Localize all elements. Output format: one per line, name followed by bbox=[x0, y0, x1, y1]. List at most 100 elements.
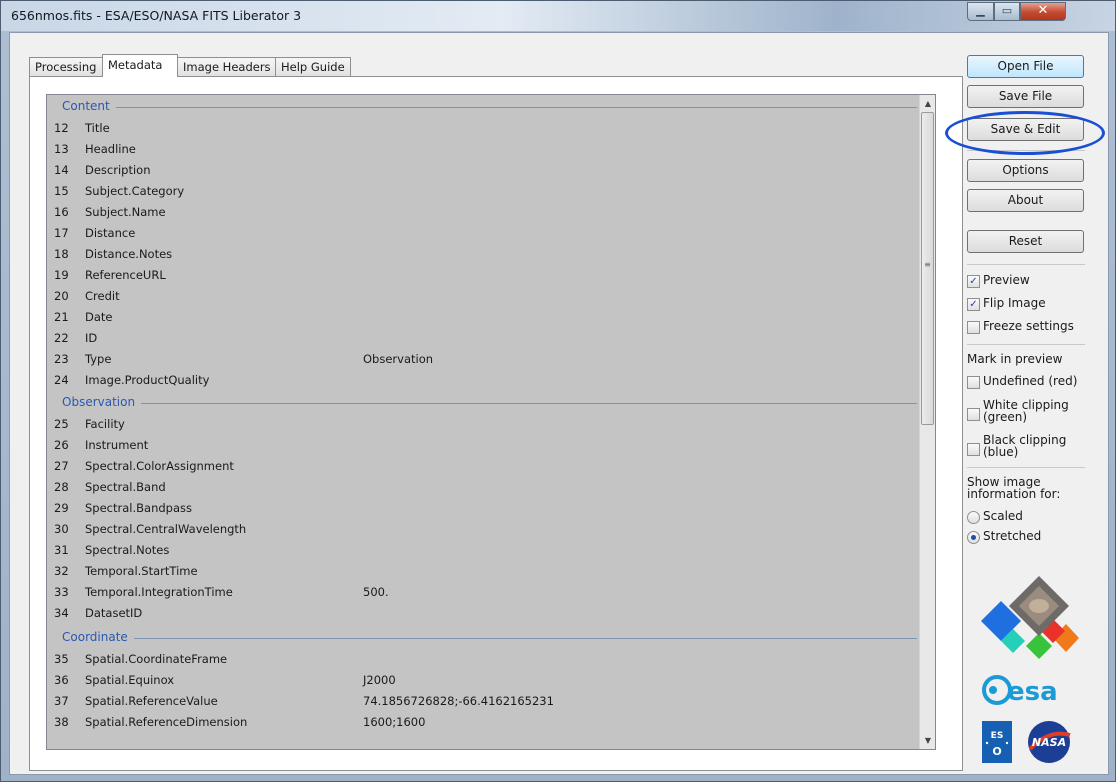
section-title: Content bbox=[62, 99, 116, 113]
field-value[interactable]: Observation bbox=[363, 352, 433, 366]
maximize-button[interactable]: ▭ bbox=[994, 2, 1020, 21]
minimize-icon: ▁ bbox=[976, 4, 985, 17]
metadata-row[interactable]: 21 Date bbox=[47, 306, 917, 327]
metadata-row[interactable]: 26 Instrument bbox=[47, 434, 917, 455]
row-number: 28 bbox=[54, 480, 69, 494]
black-clipping-checkbox[interactable]: Black clipping (blue) bbox=[967, 434, 1085, 462]
flip-image-checkbox[interactable]: ✓ Flip Image bbox=[967, 297, 1085, 315]
tab-help-guide[interactable]: Help Guide bbox=[275, 57, 351, 76]
minimize-button[interactable]: ▁ bbox=[967, 2, 994, 21]
metadata-row[interactable]: 24 Image.ProductQuality bbox=[47, 369, 917, 390]
radio-selected-icon bbox=[967, 531, 980, 544]
about-button[interactable]: About bbox=[967, 189, 1084, 212]
metadata-row[interactable]: 27 Spectral.ColorAssignment bbox=[47, 455, 917, 476]
metadata-row[interactable]: 31 Spectral.Notes bbox=[47, 539, 917, 560]
section-header-coordinate: Coordinate bbox=[47, 627, 917, 647]
svg-text:ES: ES bbox=[991, 731, 1004, 741]
metadata-row[interactable]: 12 Title bbox=[47, 117, 917, 138]
metadata-row[interactable]: 36 Spatial.Equinox J2000 bbox=[47, 669, 917, 690]
white-clipping-checkbox[interactable]: White clipping (green) bbox=[967, 399, 1085, 427]
metadata-row[interactable]: 22 ID bbox=[47, 327, 917, 348]
metadata-row[interactable]: 18 Distance.Notes bbox=[47, 243, 917, 264]
close-button[interactable]: ✕ bbox=[1020, 2, 1066, 21]
metadata-list: Content Observation Coordinate 12 Title 13… bbox=[46, 94, 936, 750]
checkbox-label: (blue) bbox=[983, 445, 1019, 459]
field-value[interactable]: J2000 bbox=[363, 673, 396, 687]
row-number: 19 bbox=[54, 268, 69, 282]
metadata-row[interactable]: 17 Distance bbox=[47, 222, 917, 243]
metadata-row[interactable]: 20 Credit bbox=[47, 285, 917, 306]
open-file-button[interactable]: Open File bbox=[967, 55, 1084, 78]
reset-button[interactable]: Reset bbox=[967, 230, 1084, 253]
metadata-row[interactable]: 19 ReferenceURL bbox=[47, 264, 917, 285]
metadata-row[interactable]: 30 Spectral.CentralWavelength bbox=[47, 518, 917, 539]
mark-in-preview-heading: Mark in preview bbox=[967, 352, 1063, 366]
field-name: Subject.Category bbox=[85, 184, 185, 198]
maximize-icon: ▭ bbox=[1001, 4, 1013, 17]
metadata-row[interactable]: 15 Subject.Category bbox=[47, 180, 917, 201]
row-number: 29 bbox=[54, 501, 69, 515]
field-value[interactable]: 74.1856726828;-66.4162165231 bbox=[363, 694, 554, 708]
esa-logo: esa bbox=[982, 675, 1058, 707]
checkbox-label: Freeze settings bbox=[983, 319, 1074, 333]
metadata-row[interactable]: 37 Spatial.ReferenceValue 74.1856726828;-6… bbox=[47, 690, 917, 711]
section-divider bbox=[62, 107, 917, 108]
divider bbox=[967, 344, 1085, 345]
field-name: Temporal.StartTime bbox=[85, 564, 198, 578]
checkbox-label: (green) bbox=[983, 410, 1028, 424]
svg-text:NASA: NASA bbox=[1032, 736, 1066, 749]
section-divider bbox=[62, 638, 917, 639]
freeze-settings-checkbox[interactable]: Freeze settings bbox=[967, 320, 1085, 338]
metadata-row[interactable]: 33 Temporal.IntegrationTime 500. bbox=[47, 581, 917, 602]
metadata-row[interactable]: 16 Subject.Name bbox=[47, 201, 917, 222]
save-edit-button[interactable]: Save & Edit bbox=[967, 118, 1084, 141]
metadata-row[interactable]: 35 Spatial.CoordinateFrame bbox=[47, 648, 917, 669]
metadata-row[interactable]: 14 Description bbox=[47, 159, 917, 180]
row-number: 36 bbox=[54, 673, 69, 687]
application-window: 656nmos.fits - ESA/ESO/NASA FITS Liberat… bbox=[0, 0, 1116, 782]
tab-image-headers[interactable]: Image Headers bbox=[177, 57, 276, 76]
metadata-row[interactable]: 32 Temporal.StartTime bbox=[47, 560, 917, 581]
field-name: Spectral.Band bbox=[85, 480, 166, 494]
field-value[interactable]: 500. bbox=[363, 585, 389, 599]
field-value[interactable]: 1600;1600 bbox=[363, 715, 425, 729]
fits-liberator-logo bbox=[981, 576, 1079, 659]
scroll-down-arrow-icon[interactable]: ▼ bbox=[920, 732, 935, 749]
divider bbox=[967, 150, 1085, 151]
undefined-red-checkbox[interactable]: Undefined (red) bbox=[967, 375, 1085, 393]
row-number: 30 bbox=[54, 522, 69, 536]
tab-metadata[interactable]: Metadata bbox=[102, 54, 178, 77]
scrollbar-thumb[interactable]: ≡ bbox=[921, 112, 934, 425]
field-name: Spatial.ReferenceDimension bbox=[85, 715, 248, 729]
preview-checkbox[interactable]: ✓ Preview bbox=[967, 274, 1085, 292]
metadata-row[interactable]: 13 Headline bbox=[47, 138, 917, 159]
vertical-scrollbar[interactable]: ▲ ≡ ▼ bbox=[919, 95, 935, 749]
options-button[interactable]: Options bbox=[967, 159, 1084, 182]
section-title: Observation bbox=[62, 395, 142, 409]
metadata-row[interactable]: 34 DatasetID bbox=[47, 602, 917, 623]
nasa-logo: NASA bbox=[1028, 721, 1071, 763]
field-name: ID bbox=[85, 331, 98, 345]
tab-processing[interactable]: Processing bbox=[29, 57, 103, 76]
field-name: Spectral.Notes bbox=[85, 543, 170, 557]
metadata-row[interactable]: 28 Spectral.Band bbox=[47, 476, 917, 497]
window-title: 656nmos.fits - ESA/ESO/NASA FITS Liberat… bbox=[11, 8, 302, 23]
title-bar[interactable]: 656nmos.fits - ESA/ESO/NASA FITS Liberat… bbox=[1, 1, 1115, 31]
save-file-button[interactable]: Save File bbox=[967, 85, 1084, 108]
scaled-radio[interactable]: Scaled bbox=[967, 510, 1085, 528]
client-area: Processing Metadata Image Headers Help G… bbox=[9, 32, 1109, 775]
metadata-row[interactable]: 23 Type Observation bbox=[47, 348, 917, 369]
metadata-row[interactable]: 38 Spatial.ReferenceDimension 1600;1600 bbox=[47, 711, 917, 732]
close-icon: ✕ bbox=[1037, 3, 1049, 18]
metadata-row[interactable]: 25 Facility bbox=[47, 413, 917, 434]
checkbox-checked-icon: ✓ bbox=[967, 275, 980, 288]
scroll-up-arrow-icon[interactable]: ▲ bbox=[920, 95, 935, 112]
eso-logo: ES O bbox=[982, 721, 1012, 763]
field-name: Spatial.CoordinateFrame bbox=[85, 652, 228, 666]
field-name: Credit bbox=[85, 289, 120, 303]
stretched-radio[interactable]: Stretched bbox=[967, 530, 1085, 548]
row-number: 24 bbox=[54, 373, 69, 387]
show-image-info-heading: information for: bbox=[967, 487, 1061, 501]
metadata-row[interactable]: 29 Spectral.Bandpass bbox=[47, 497, 917, 518]
field-name: Distance bbox=[85, 226, 136, 240]
